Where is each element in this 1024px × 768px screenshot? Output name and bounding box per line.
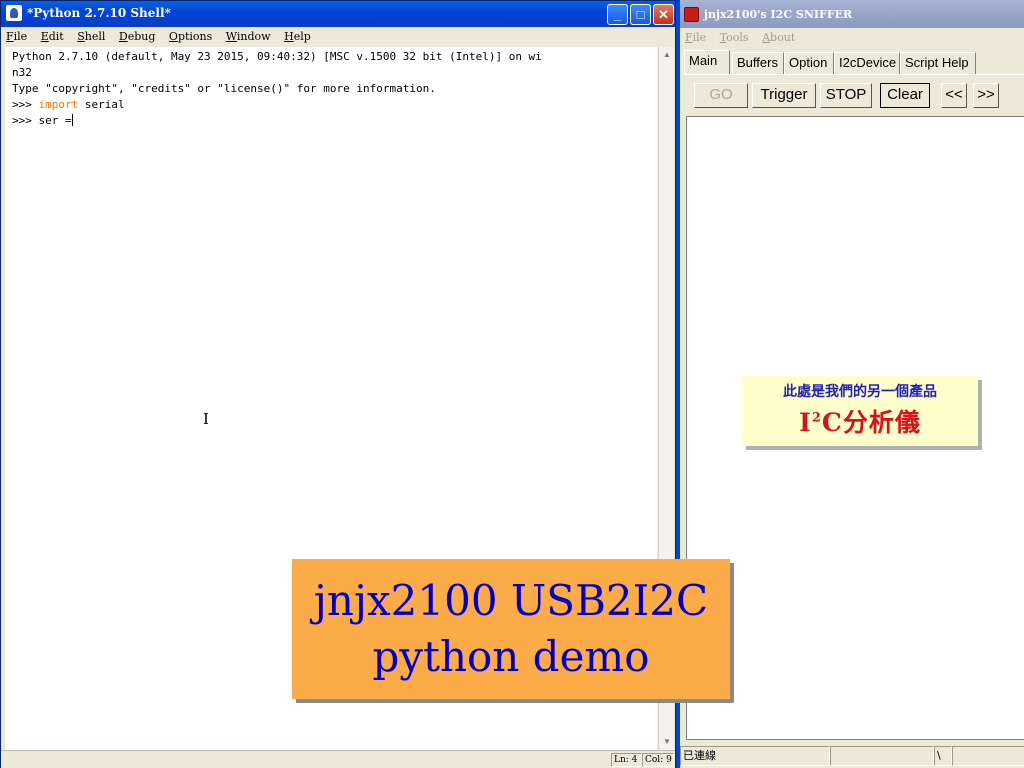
sniffer-title-bar[interactable]: jnjx2100's I2C SNIFFER xyxy=(680,0,1024,28)
menu-window[interactable]: Window xyxy=(221,27,276,43)
trigger-button[interactable]: Trigger xyxy=(752,83,816,108)
note-title-rest: C分析儀 xyxy=(821,408,921,437)
scroll-up-icon[interactable]: ▲ xyxy=(659,47,675,63)
shell-line-text: Type "copyright", "credits" or "license(… xyxy=(12,82,436,95)
note-title-prefix: I xyxy=(799,408,812,437)
shell-line: Python 2.7.10 (default, May 23 2015, 09:… xyxy=(12,49,657,65)
shell-line: >>> import serial xyxy=(12,97,657,113)
next-button[interactable]: >> xyxy=(973,83,999,108)
shell-prompt: >>> xyxy=(12,114,39,127)
minimize-button[interactable]: _ xyxy=(607,4,628,25)
status-cell-empty xyxy=(952,746,1024,766)
demo-title-banner: jnjx2100 USB2I2C python demo xyxy=(292,559,730,699)
shell-prompt: >>> xyxy=(12,98,39,111)
shell-line: >>> ser = xyxy=(12,113,657,129)
menu-file[interactable]: File xyxy=(1,27,32,43)
shell-line-text: serial xyxy=(78,98,125,111)
tab-script-help[interactable]: Script Help xyxy=(900,52,976,74)
clear-button[interactable]: Clear xyxy=(880,83,930,108)
connection-status: 已連線 xyxy=(680,746,830,766)
close-button[interactable]: ✕ xyxy=(653,4,674,25)
tab-option[interactable]: Option xyxy=(784,52,834,74)
sniffer-app-icon xyxy=(684,7,699,22)
note-title: I2C分析儀 xyxy=(742,403,978,439)
banner-line-1: jnjx2100 USB2I2C xyxy=(313,576,709,625)
menu-debug[interactable]: Debug xyxy=(114,27,161,43)
shell-line-text: ser = xyxy=(38,114,72,127)
scroll-down-icon[interactable]: ▼ xyxy=(659,734,675,750)
menu-edit[interactable]: Edit xyxy=(36,27,69,43)
mouse-ibeam-cursor-icon: I xyxy=(203,410,209,428)
note-title-superscript: 2 xyxy=(811,410,822,426)
shell-line: Type "copyright", "credits" or "license(… xyxy=(12,81,657,97)
sniffer-menu-file[interactable]: File xyxy=(680,28,711,44)
tab-main[interactable]: Main xyxy=(684,50,730,75)
sniffer-menu-about[interactable]: About xyxy=(757,28,800,44)
sniffer-window-title: jnjx2100's I2C SNIFFER xyxy=(704,8,853,21)
shell-keyword: import xyxy=(38,98,79,111)
sniffer-menu-bar: File Tools About xyxy=(680,28,1024,48)
sniffer-status-bar: 已連線 \ xyxy=(680,744,1024,768)
status-cell-slash: \ xyxy=(934,746,952,766)
note-subtitle: 此處是我們的另一個產品 xyxy=(783,384,937,400)
main-tab-panel: GO Trigger STOP Clear << >> xyxy=(684,74,1024,116)
sniffer-menu-tools[interactable]: Tools xyxy=(715,28,754,44)
shell-line-text: n32 xyxy=(12,66,32,79)
maximize-button[interactable]: □ xyxy=(630,4,651,25)
idle-status-bar: Ln: 4 Col: 9 xyxy=(1,750,675,768)
line-number-indicator: Ln: 4 xyxy=(611,753,642,767)
previous-button[interactable]: << xyxy=(941,83,967,108)
python-icon xyxy=(6,5,22,21)
menu-options[interactable]: Options xyxy=(164,27,217,43)
shell-line: n32 xyxy=(12,65,657,81)
stop-button[interactable]: STOP xyxy=(820,83,872,108)
tab-i2cdevice[interactable]: I2cDevice xyxy=(834,52,900,74)
banner-line-2: python demo xyxy=(372,632,650,681)
status-cell-empty xyxy=(830,746,934,766)
column-number-indicator: Col: 9 xyxy=(642,753,674,767)
idle-window-title: *Python 2.7.10 Shell* xyxy=(27,6,171,20)
idle-menu-bar: File Edit Shell Debug Options Window Hel… xyxy=(1,27,675,47)
tab-buffers[interactable]: Buffers xyxy=(732,52,784,74)
menu-help[interactable]: Help xyxy=(279,27,316,43)
menu-shell[interactable]: Shell xyxy=(72,27,110,43)
go-button[interactable]: GO xyxy=(694,83,748,108)
product-note-callout: 此處是我們的另一個產品 I2C分析儀 xyxy=(742,376,978,446)
shell-line-text: Python 2.7.10 (default, May 23 2015, 09:… xyxy=(12,50,542,63)
idle-title-bar[interactable]: *Python 2.7.10 Shell* _ □ ✕ xyxy=(1,1,675,27)
text-cursor xyxy=(71,114,73,126)
